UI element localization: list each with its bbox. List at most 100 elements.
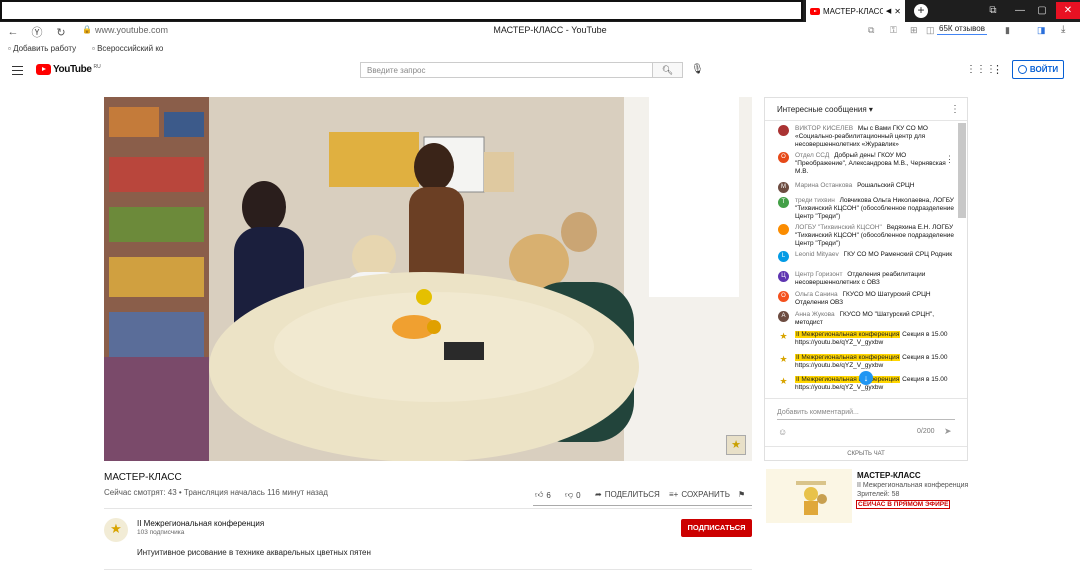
- chat-message[interactable]: А Анна Жукова ГКУСО МО "Шатурский СРЦН", …: [778, 311, 956, 327]
- chat-author: Отдел ССД: [795, 152, 830, 159]
- menu-icon[interactable]: [12, 66, 23, 75]
- thumbnail-art: [766, 469, 852, 523]
- thumbs-up-icon: 👍︎: [535, 490, 544, 499]
- like-button[interactable]: 👍︎ 6: [535, 490, 551, 500]
- signin-button[interactable]: ВОЙТИ: [1012, 60, 1064, 79]
- channel-name[interactable]: II Межрегиональная конференция: [137, 519, 264, 528]
- youtube-favicon-icon: [810, 7, 820, 15]
- chat-author: Leonid Mityaev: [795, 251, 839, 258]
- tab-close-icon[interactable]: ✕: [894, 7, 901, 16]
- chat-message[interactable]: О Ольга Санина ГКУСО МО Шатурский СРЦН От…: [778, 291, 956, 307]
- search-button[interactable]: 🔍︎: [653, 62, 683, 78]
- chat-message[interactable]: ВИКТОР КИСЕЛЕВ Мы с Вами ГКУ СО МО «Соци…: [778, 125, 956, 149]
- back-icon[interactable]: ←: [6, 26, 20, 38]
- downloads-manager-icon[interactable]: ◨: [1037, 25, 1046, 36]
- send-icon[interactable]: ➤: [944, 426, 952, 437]
- account-icon: [1017, 65, 1027, 74]
- channel-watermark-icon[interactable]: ★: [726, 435, 746, 455]
- address-bar[interactable]: www.youtube.com: [95, 25, 168, 35]
- chat-input-underline: [777, 419, 955, 420]
- emoji-icon[interactable]: ☺: [778, 427, 787, 437]
- restore-icon[interactable]: ⧉: [985, 2, 1001, 19]
- browser-tab[interactable]: МАСТЕР-КЛАСС ◀︎ ✕: [806, 0, 905, 22]
- chat-author: II Межрегиональная конференция: [795, 376, 901, 383]
- playlist-add-icon: ≡+: [669, 490, 679, 499]
- copy-icon[interactable]: ⧉: [868, 25, 874, 36]
- dropdown-arrow-icon: ▾: [868, 105, 873, 114]
- new-tab-button[interactable]: +: [914, 4, 928, 18]
- divider: [765, 398, 967, 399]
- chat-message[interactable]: ★ II Межрегиональная конференция Секция в…: [778, 354, 956, 370]
- chat-comment-input[interactable]: Добавить комментарий...: [777, 409, 859, 416]
- live-badge: СЕЙЧАС В ПРЯМОМ ЭФИРЕ: [856, 500, 951, 509]
- chat-message[interactable]: О Отдел ССД Добрый день! ГКОУ МО "Преобра…: [778, 152, 956, 176]
- dislike-button[interactable]: 👎︎ 0: [565, 490, 581, 500]
- page-title: МАСТЕР-КЛАСС - YouTube: [493, 25, 607, 35]
- microphone-icon[interactable]: 🎙︎: [691, 64, 704, 75]
- reviews-badge[interactable]: 65К отзывов: [937, 23, 987, 35]
- chat-message[interactable]: L Leonid Mityaev ГКУ СО МО Раменский СРЦ …: [778, 251, 956, 262]
- yandex-icon[interactable]: Ⓨ: [30, 24, 44, 40]
- youtube-logo[interactable]: YouTube RU: [36, 64, 101, 75]
- browser-title-strip: [0, 0, 803, 21]
- video-meta: Сейчас смотрят: 43 • Трансляция началась…: [104, 488, 328, 497]
- chat-author: треди тихвин: [795, 197, 835, 204]
- video-player[interactable]: [104, 97, 752, 461]
- hide-chat-button[interactable]: СКРЫТЬ ЧАТ: [765, 446, 967, 457]
- translate-icon[interactable]: ⊞: [910, 25, 918, 36]
- chat-scrollbar[interactable]: [958, 123, 966, 218]
- chat-message-body: ВИКТОР КИСЕЛЕВ Мы с Вами ГКУ СО МО «Соци…: [795, 125, 956, 149]
- scroll-down-icon[interactable]: ↓: [859, 371, 873, 385]
- save-button[interactable]: ≡+ СОХРАНИТЬ: [669, 490, 730, 499]
- report-button[interactable]: ⚑: [738, 490, 745, 499]
- divider: [765, 120, 967, 121]
- chat-more-icon[interactable]: ⋮: [950, 104, 960, 115]
- flag-icon: ⚑: [738, 490, 746, 499]
- chat-text: ГКУ СО МО Раменский СРЦ Родник: [843, 251, 953, 258]
- minimize-icon[interactable]: —: [1012, 2, 1028, 19]
- message-more-icon[interactable]: ⋮: [945, 154, 954, 165]
- chat-author: Центр Горизонт: [795, 271, 843, 278]
- chat-avatar-icon: Т: [778, 197, 789, 208]
- like-ratio-bar: [533, 505, 752, 506]
- channel-avatar[interactable]: ★: [104, 518, 128, 542]
- divider: [104, 508, 752, 509]
- more-options-icon[interactable]: ⋮: [992, 63, 1003, 76]
- video-frame: [104, 97, 752, 461]
- chat-author: ЛОГБУ "Тихвинский КЦСОН": [795, 224, 882, 231]
- chat-avatar-icon: А: [778, 311, 789, 322]
- search-input[interactable]: Введите запрос: [360, 62, 653, 78]
- chat-message[interactable]: Ттреди тихвин Ловчикова Ольга Николаевна…: [778, 197, 956, 221]
- chat-message[interactable]: М Марина Останкова Рошальский СРЦН: [778, 182, 956, 193]
- chat-message-body: Марина Останкова Рошальский СРЦН: [795, 182, 915, 193]
- recommended-title[interactable]: МАСТЕР-КЛАСС: [857, 471, 921, 480]
- key-icon[interactable]: ⚿: [890, 25, 897, 36]
- chat-mode-dropdown[interactable]: Интересные сообщения ▾: [777, 105, 873, 114]
- window-close-icon[interactable]: ✕: [1056, 2, 1080, 19]
- bookmark-icon[interactable]: ▮: [1005, 25, 1010, 36]
- share-button[interactable]: ➦ ПОДЕЛИТЬСЯ: [595, 490, 660, 499]
- bookmarks-bar: ▫ Добавить работу ▫ Всероссийский ко: [0, 42, 1080, 56]
- extensions-icon[interactable]: ◫: [926, 25, 935, 36]
- chat-message-body: Ольга Санина ГКУСО МО Шатурский СРЦН Отд…: [795, 291, 956, 307]
- chat-avatar-icon: О: [778, 152, 789, 163]
- char-counter: 0/200: [917, 428, 935, 435]
- chat-message[interactable]: Ц Центр Горизонт Отделения реабилитации н…: [778, 271, 956, 287]
- chat-author: Ольга Санина: [795, 291, 838, 298]
- chat-text: Рошальский СРЦН: [857, 182, 915, 189]
- chat-message[interactable]: ★ II Межрегиональная конференция Секция в…: [778, 331, 956, 347]
- bookmark-add-work[interactable]: ▫ Добавить работу: [8, 44, 76, 53]
- chat-message-body: Центр Горизонт Отделения реабилитации не…: [795, 271, 956, 287]
- recommended-viewers: Зрителей: 58: [857, 491, 900, 498]
- reload-icon[interactable]: ↻: [54, 26, 68, 39]
- chat-message[interactable]: ЛОГБУ "Тихвинский КЦСОН" Ведяхина Е.Н. Л…: [778, 224, 956, 248]
- chat-message-body: Анна Жукова ГКУСО МО "Шатурский СРЦН", м…: [795, 311, 956, 327]
- audio-icon[interactable]: ◀︎: [886, 7, 891, 15]
- chat-author: ВИКТОР КИСЕЛЕВ: [795, 125, 854, 132]
- subscribe-button[interactable]: ПОДПИСАТЬСЯ: [681, 519, 752, 537]
- download-icon[interactable]: ⤓: [1061, 24, 1065, 35]
- bookmark-all-russian[interactable]: ▫ Всероссийский ко: [92, 44, 163, 53]
- recommended-thumbnail[interactable]: [766, 469, 852, 523]
- chat-avatar-icon: [778, 224, 789, 235]
- maximize-icon[interactable]: ▢: [1034, 2, 1050, 19]
